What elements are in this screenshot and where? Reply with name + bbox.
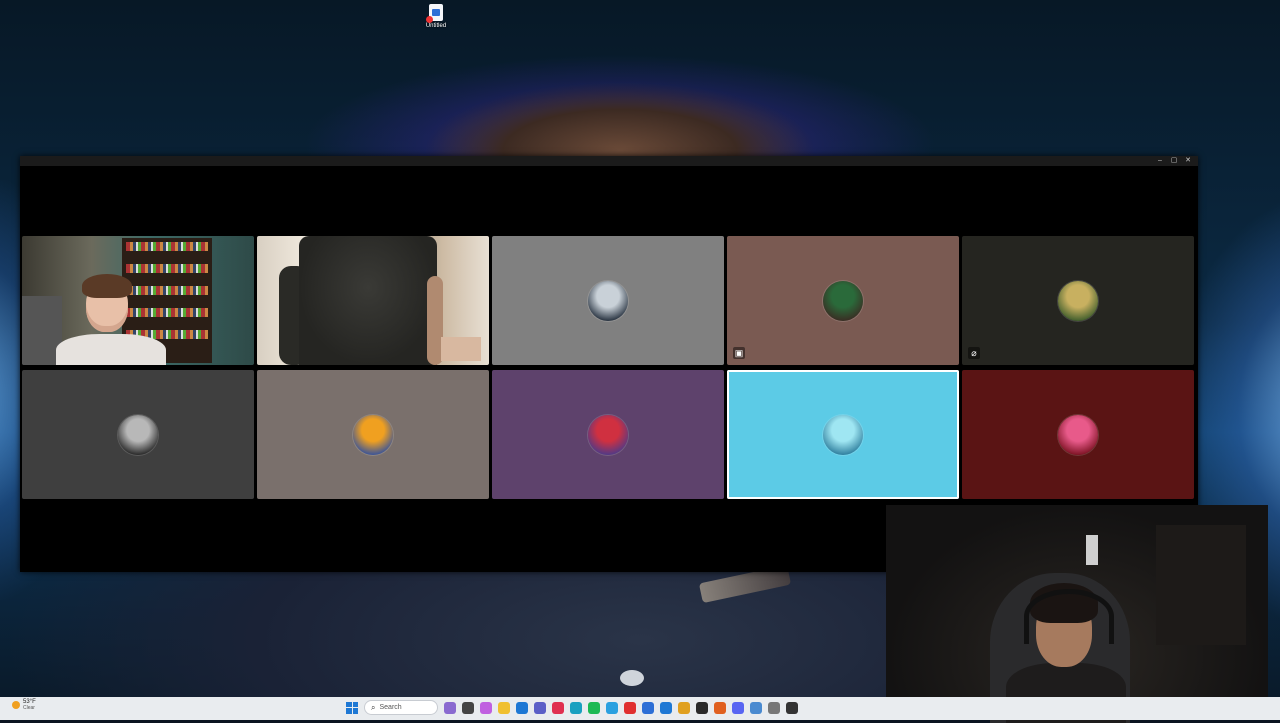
teams-icon[interactable] (534, 701, 546, 714)
participant-tile[interactable]: ▣ (727, 236, 959, 365)
participant-video-person (56, 274, 166, 365)
snipping-tool-icon[interactable] (750, 701, 762, 714)
avatar (353, 414, 393, 455)
store-icon[interactable] (516, 701, 528, 714)
participant-tile-speaking[interactable] (727, 370, 959, 499)
screen-share-icon: ▣ (733, 347, 745, 359)
spotify-icon[interactable] (588, 701, 600, 714)
calculator-icon[interactable] (642, 701, 654, 714)
participant-tile[interactable] (492, 370, 724, 499)
participant-tile[interactable] (492, 236, 724, 365)
taskbar-search[interactable]: ⌕ Search (364, 700, 438, 715)
participant-tile[interactable] (257, 370, 489, 499)
participant-tile-video[interactable] (257, 236, 489, 365)
widgets-icon[interactable] (444, 701, 456, 714)
scene-wall (1156, 525, 1246, 645)
minimize-button[interactable]: – (1154, 156, 1166, 166)
scene-box (441, 337, 481, 361)
weather-widget[interactable]: 53°F Clear (12, 699, 36, 711)
phone-link-icon[interactable] (660, 701, 672, 714)
participant-grid: ▣ ⌀ (22, 236, 1194, 499)
firefox-icon[interactable] (714, 701, 726, 714)
chrome-icon[interactable] (678, 701, 690, 714)
weather-icon (12, 701, 20, 709)
opera-icon[interactable] (552, 701, 564, 714)
weather-condition: Clear (23, 705, 35, 711)
search-icon: ⌕ (371, 702, 376, 712)
copilot-icon[interactable] (480, 701, 492, 714)
taskbar: 53°F Clear ⌕ Search (0, 697, 1280, 720)
obs-icon[interactable] (786, 701, 798, 714)
mic-off-icon: ⌀ (968, 347, 980, 359)
desktop-file-label: Untitled (425, 23, 447, 29)
maximize-button[interactable]: ▢ (1168, 156, 1180, 166)
avatar (823, 414, 863, 455)
participant-video-person (299, 236, 437, 365)
avatar (588, 414, 628, 455)
participant-tile[interactable] (22, 370, 254, 499)
close-button[interactable]: ✕ (1182, 156, 1194, 166)
avatar (118, 414, 158, 455)
avatar (588, 280, 628, 321)
participant-tile[interactable]: ⌀ (962, 236, 1194, 365)
participant-tile-video[interactable] (22, 236, 254, 365)
edge-icon[interactable] (570, 701, 582, 714)
wallpaper-detail (620, 670, 644, 686)
gear-icon[interactable] (768, 701, 780, 714)
folder-icon[interactable] (498, 701, 510, 714)
start-button[interactable] (346, 701, 358, 714)
desktop-file-icon[interactable]: Untitled (418, 4, 454, 36)
file-explorer-icon[interactable] (462, 701, 474, 714)
webcam-overlay (886, 505, 1268, 723)
window-titlebar: – ▢ ✕ (20, 156, 1198, 166)
avatar (1058, 414, 1098, 455)
headset-icon (1024, 589, 1114, 644)
terminal-icon[interactable] (696, 701, 708, 714)
youtube-icon[interactable] (624, 701, 636, 714)
scene-poster (1086, 535, 1098, 565)
search-placeholder: Search (379, 704, 402, 711)
discord-icon[interactable] (732, 701, 744, 714)
document-icon (426, 4, 443, 23)
settings-icon[interactable] (606, 701, 618, 714)
avatar (1058, 280, 1098, 321)
avatar (823, 280, 863, 321)
taskbar-center: ⌕ Search (346, 700, 798, 715)
participant-tile[interactable] (962, 370, 1194, 499)
